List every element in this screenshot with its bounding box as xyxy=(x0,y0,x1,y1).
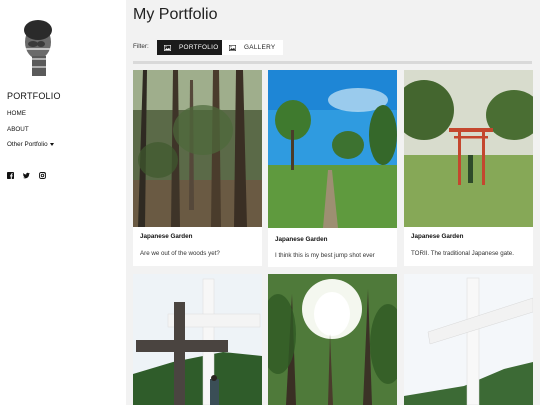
nav-item-other-portfolio[interactable]: Other Portfolio xyxy=(7,141,54,157)
facebook-icon[interactable] xyxy=(7,166,14,179)
portfolio-card[interactable] xyxy=(404,274,533,405)
card-description: I think this is my best jump shot ever xyxy=(275,252,375,259)
card-title: Japanese Garden xyxy=(275,236,328,243)
card-photo[interactable] xyxy=(404,274,533,405)
card-description: Are we out of the woods yet? xyxy=(140,250,220,257)
filter-portfolio-button[interactable]: PORTFOLIO xyxy=(157,40,227,55)
card-photo[interactable] xyxy=(133,70,262,227)
nav-label: ABOUT xyxy=(7,125,29,133)
filter-label: Filter: xyxy=(133,43,149,50)
portfolio-card[interactable]: Japanese Garden TORII. The traditional J… xyxy=(404,70,533,266)
nav-label: HOME xyxy=(7,110,26,117)
instagram-icon[interactable] xyxy=(39,166,46,179)
sidebar-nav: HOME ABOUT Other Portfolio xyxy=(7,110,54,157)
twitter-icon[interactable] xyxy=(23,166,30,179)
caret-down-icon xyxy=(49,142,54,146)
image-icon xyxy=(164,44,171,51)
filter-label-text: PORTFOLIO xyxy=(179,44,219,51)
filter-gallery-button[interactable]: GALLERY xyxy=(222,40,284,55)
portfolio-card[interactable] xyxy=(268,274,397,405)
page-title: My Portfolio xyxy=(133,6,218,23)
avatar[interactable] xyxy=(8,8,58,76)
nav-label: Other Portfolio xyxy=(7,141,48,148)
filter-divider xyxy=(133,61,532,64)
portfolio-card[interactable]: Japanese Garden I think this is my best … xyxy=(268,70,397,267)
site-title[interactable]: PORTFOLIO xyxy=(7,91,61,101)
nav-item-home[interactable]: HOME xyxy=(7,110,54,126)
sidebar: PORTFOLIO HOME ABOUT Other Portfolio xyxy=(0,0,126,405)
card-photo[interactable] xyxy=(404,70,533,227)
card-title: Japanese Garden xyxy=(140,233,193,240)
portfolio-card[interactable] xyxy=(133,274,262,405)
card-photo[interactable] xyxy=(133,274,262,405)
card-photo[interactable] xyxy=(268,70,397,228)
social-links xyxy=(7,166,46,179)
image-icon xyxy=(229,44,236,51)
nav-item-about[interactable]: ABOUT xyxy=(7,126,54,142)
portfolio-card[interactable]: Japanese Garden Are we out of the woods … xyxy=(133,70,262,266)
card-title: Japanese Garden xyxy=(411,233,464,240)
filter-label-text: GALLERY xyxy=(244,44,276,51)
card-description: TORII. The traditional Japanese gate. xyxy=(411,250,514,257)
card-photo[interactable] xyxy=(268,274,397,405)
